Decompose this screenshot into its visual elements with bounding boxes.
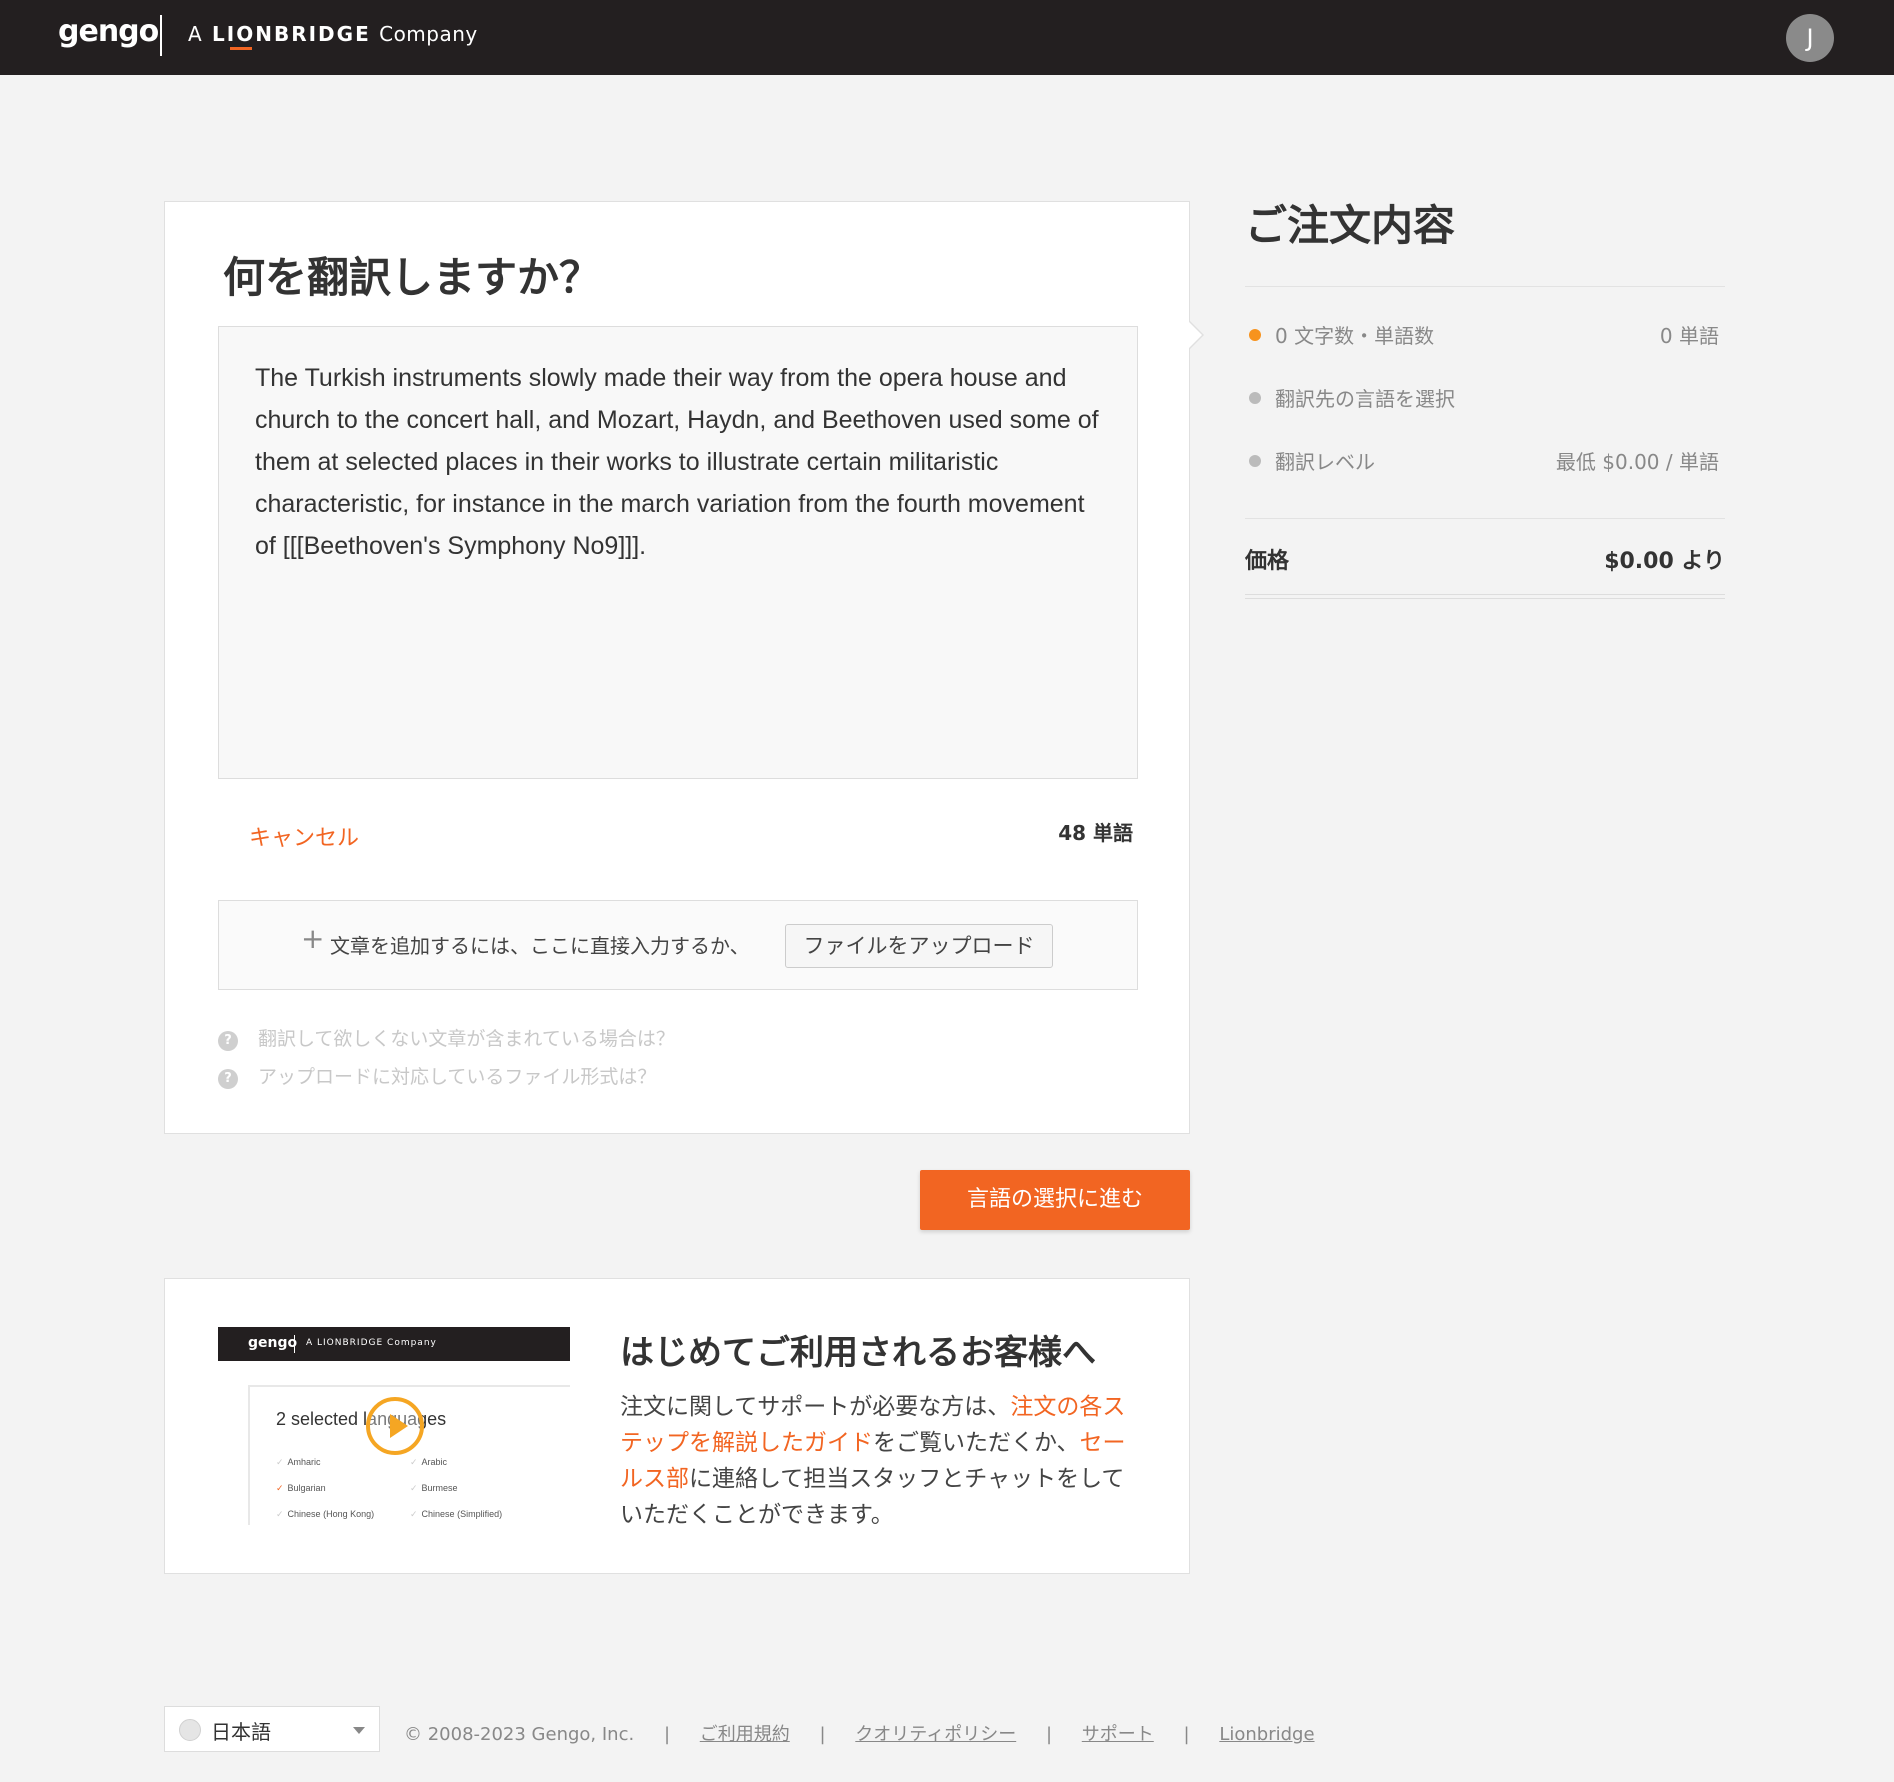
footer-link-support[interactable]: サポート xyxy=(1082,1724,1154,1745)
footer-link-quality-policy[interactable]: クオリティポリシー xyxy=(855,1724,1016,1745)
top-bar: gengo A LIONBRIDGE Company J xyxy=(0,0,1894,75)
video-logo-divider xyxy=(294,1335,295,1353)
video-lang-item: ✓ Chinese (Hong Kong) xyxy=(276,1509,375,1519)
video-logo: gengo xyxy=(248,1335,298,1351)
user-avatar[interactable]: J xyxy=(1786,14,1834,62)
source-text-input[interactable]: The Turkish instruments slowly made thei… xyxy=(218,326,1138,779)
step-icon xyxy=(1249,455,1261,467)
summary-divider xyxy=(1245,286,1725,287)
plus-icon: + xyxy=(301,922,325,955)
video-lang-item: ✓ Chinese (Simplified) xyxy=(410,1509,503,1519)
tick-icon: ✓ xyxy=(276,1509,284,1519)
page-title: 何を翻訳しますか？ xyxy=(223,253,602,302)
tick-icon: ✓ xyxy=(410,1457,418,1467)
faq-link-untranslatable[interactable]: ? 翻訳して欲しくない文章が含まれている場合は？ xyxy=(218,1024,675,1051)
logo-accent xyxy=(230,47,252,50)
upload-file-button[interactable]: ファイルをアップロード xyxy=(785,924,1053,968)
summary-divider xyxy=(1245,518,1725,519)
footer-link-lionbridge[interactable]: Lionbridge xyxy=(1219,1724,1314,1745)
tick-icon: ✓ xyxy=(276,1457,284,1467)
question-icon: ? xyxy=(218,1069,238,1089)
video-company: A LIONBRIDGE Company xyxy=(306,1338,437,1348)
tick-icon: ✓ xyxy=(410,1483,418,1493)
footer-links: © 2008-2023 Gengo, Inc. | ご利用規約 | クオリティポ… xyxy=(404,1724,1315,1745)
active-step-icon xyxy=(1249,329,1261,341)
first-time-customer-card: gengo A LIONBRIDGE Company 2 selected la… xyxy=(164,1278,1190,1574)
step-icon xyxy=(1249,392,1261,404)
cancel-link[interactable]: キャンセル xyxy=(249,820,359,852)
price-double-rule xyxy=(1245,594,1725,599)
globe-icon xyxy=(179,1719,201,1741)
order-summary-title: ご注文内容 xyxy=(1245,201,1456,250)
language-label: 日本語 xyxy=(211,1720,271,1744)
summary-row-target-language: 翻訳先の言語を選択 xyxy=(1245,383,1725,412)
tick-icon: ✓ xyxy=(410,1509,418,1519)
summary-row-word-count: 0 文字数・単語数 0 単語 xyxy=(1245,320,1725,349)
copyright: © 2008-2023 Gengo, Inc. xyxy=(404,1724,635,1745)
video-lang-item: ✓ Bulgarian xyxy=(276,1483,326,1493)
video-lang-item: ✓ Burmese xyxy=(410,1483,458,1493)
chevron-down-icon xyxy=(353,1727,365,1734)
footer-link-terms[interactable]: ご利用規約 xyxy=(700,1724,790,1745)
tutorial-video-thumbnail[interactable]: gengo A LIONBRIDGE Company 2 selected la… xyxy=(218,1327,570,1525)
price-label: 価格 xyxy=(1245,549,1290,574)
company-name: LIONBRIDGE xyxy=(212,22,371,46)
lionbridge-logo: A LIONBRIDGE Company xyxy=(188,22,478,50)
price-row: 価格 $0.00 より xyxy=(1245,543,1725,575)
card-pointer xyxy=(1188,320,1204,350)
check-icon: ✓ xyxy=(276,1483,284,1493)
video-header-bar: gengo A LIONBRIDGE Company xyxy=(218,1327,570,1361)
intro-title: はじめてご利用されるお客様へ xyxy=(620,1333,1096,1373)
language-select[interactable]: 日本語 xyxy=(164,1706,380,1752)
intro-text: 注文に関してサポートが必要な方は、注文の各ステップを解説したガイドをご覧いただく… xyxy=(620,1394,1126,1528)
price-value: $0.00 より xyxy=(1604,549,1725,574)
add-text-box[interactable]: + 文章を追加するには、ここに直接入力するか、 ファイルをアップロード xyxy=(218,900,1138,990)
video-lang-item: ✓ Amharic xyxy=(276,1457,321,1467)
faq-link-file-formats[interactable]: ? アップロードに対応しているファイル形式は？ xyxy=(218,1062,656,1089)
upload-hint: 文章を追加するには、ここに直接入力するか、 xyxy=(330,934,750,958)
faq-label: アップロードに対応しているファイル形式は？ xyxy=(258,1066,657,1088)
translation-input-card: 何を翻訳しますか？ The Turkish instruments slowly… xyxy=(164,201,1204,1134)
video-lang-item: ✓ Arabic xyxy=(410,1457,448,1467)
gengo-logo[interactable]: gengo xyxy=(58,14,159,49)
faq-label: 翻訳して欲しくない文章が含まれている場合は？ xyxy=(258,1028,675,1050)
logo-divider xyxy=(160,15,162,56)
question-icon: ? xyxy=(218,1031,238,1051)
company-prefix: A xyxy=(188,22,204,46)
proceed-to-language-button[interactable]: 言語の選択に進む xyxy=(920,1170,1190,1230)
summary-row-quality-level: 翻訳レベル 最低 $0.00 / 単語 xyxy=(1245,446,1725,475)
play-icon[interactable] xyxy=(366,1397,424,1455)
word-count: 48 単語 xyxy=(1058,821,1133,845)
company-suffix: Company xyxy=(379,22,478,46)
